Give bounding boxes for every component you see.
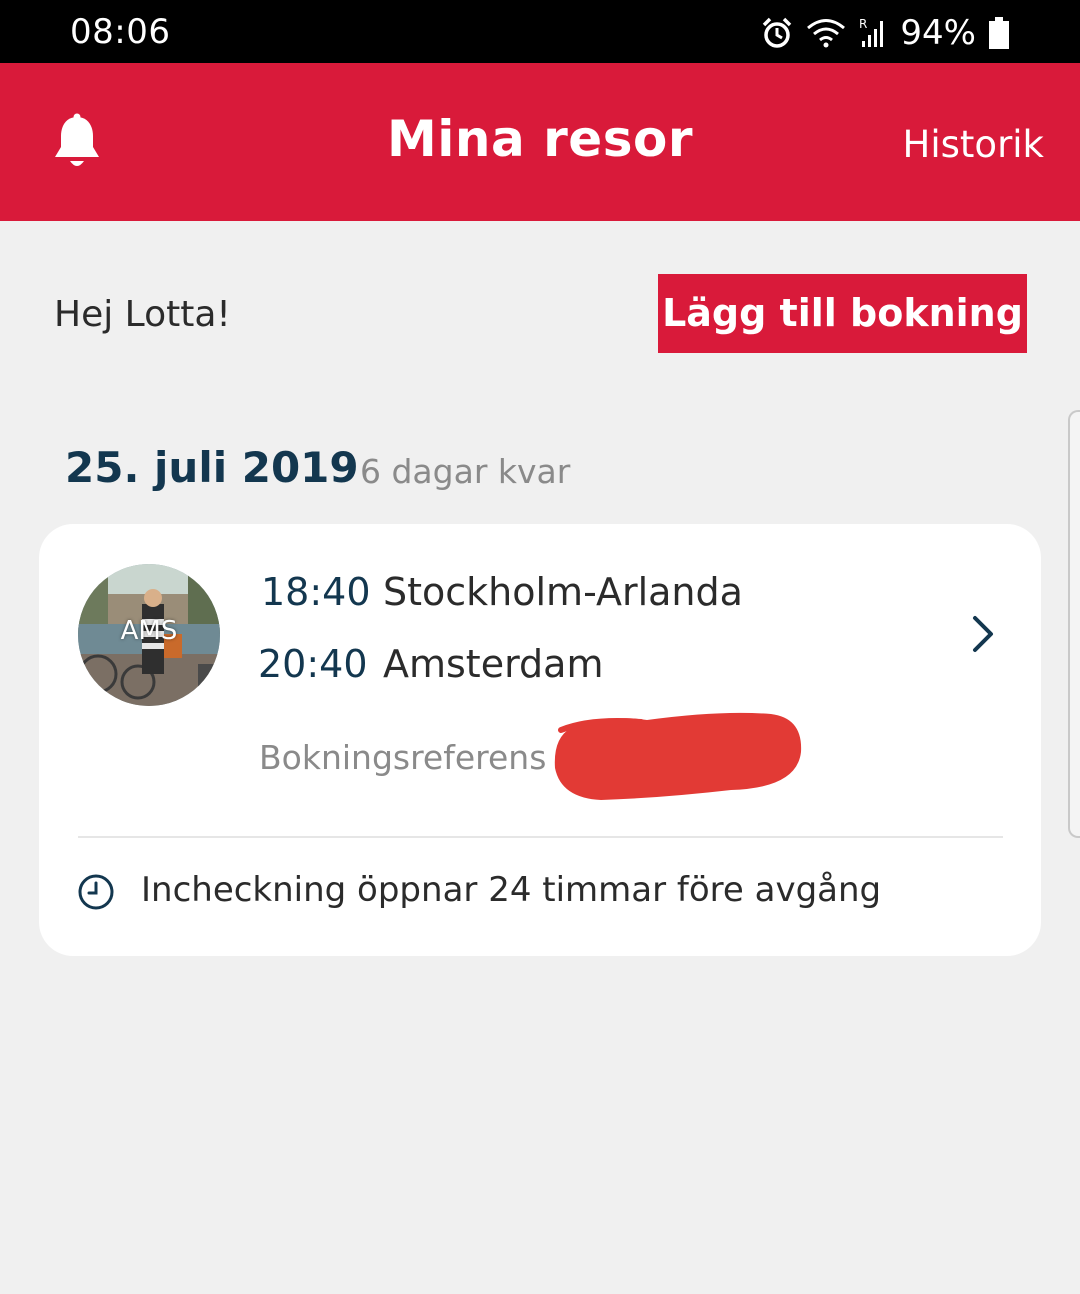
svg-text:R: R [859, 17, 867, 31]
add-booking-button[interactable]: Lägg till bokning [658, 274, 1027, 353]
scroll-handle[interactable] [1068, 410, 1080, 838]
history-link[interactable]: Historik [903, 123, 1044, 166]
wifi-icon [807, 19, 846, 48]
battery-icon [989, 17, 1009, 49]
battery-percent: 94% [900, 13, 976, 53]
trip-card[interactable]: AMS 18:40 Stockholm-Arlanda 20:40 Amster… [39, 524, 1041, 956]
app-bar: Mina resor Historik [0, 63, 1080, 221]
chevron-right-icon[interactable] [967, 612, 999, 656]
redaction-mark [554, 712, 802, 800]
destination-code: AMS [120, 616, 178, 646]
departure-place: Stockholm-Arlanda [383, 570, 743, 614]
trip-date: 25. juli 2019 [65, 443, 359, 492]
checkin-info: Incheckning öppnar 24 timmar före avgång [141, 870, 882, 910]
status-time: 08:06 [70, 12, 171, 52]
arrival-time: 20:40 [258, 642, 368, 686]
status-icons: R 94% [760, 12, 1010, 54]
departure-time: 18:40 [261, 570, 371, 614]
days-left: 6 dagar kvar [360, 452, 571, 491]
clock-icon [78, 874, 114, 910]
destination-avatar: AMS [78, 564, 220, 706]
card-divider [78, 836, 1003, 838]
alarm-icon [763, 17, 792, 48]
arrival-place: Amsterdam [383, 642, 604, 686]
booking-reference-label: Bokningsreferens [259, 738, 547, 777]
signal-icon: R [859, 17, 884, 47]
status-bar: 08:06 R 94% [0, 0, 1080, 63]
greeting-text: Hej Lotta! [54, 294, 231, 335]
